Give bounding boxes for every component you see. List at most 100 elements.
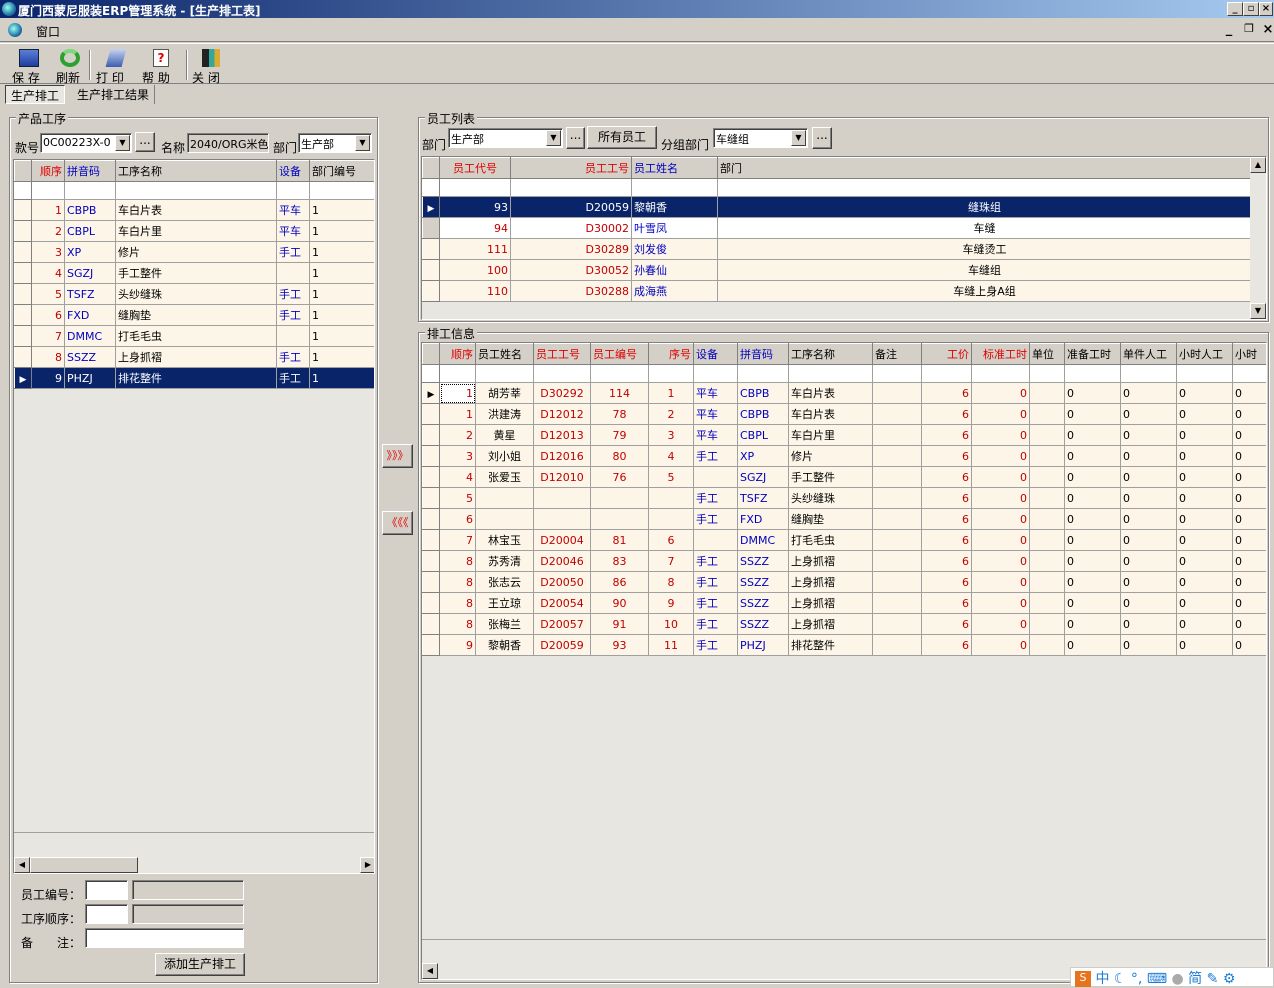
schedule-row[interactable]: 9 黎朝香 D20059 93 11 手工 PHZJ 排花整件 6 0 0 0 0 0 [422, 634, 1266, 656]
row-indicator[interactable] [14, 304, 32, 326]
col-header[interactable]: 拼音码 [737, 343, 789, 365]
row-indicator[interactable] [14, 346, 32, 368]
employee-grid[interactable]: 员工代号 员工工号 员工姓名 部门 ▶ 93 D20059 黎朝香 缝珠组 94 D3000… [421, 156, 1267, 320]
ime-gear-icon[interactable]: ⚙ [1223, 971, 1236, 987]
assign-button[interactable]: 》》》 [382, 444, 413, 468]
row-indicator[interactable] [14, 262, 32, 284]
note-input[interactable] [85, 928, 244, 948]
schedule-row[interactable]: 6 手工 FXD 缝胸垫 6 0 0 0 0 0 [422, 508, 1266, 530]
row-indicator[interactable] [14, 325, 32, 347]
col-header[interactable]: 设备 [276, 160, 310, 182]
col-header[interactable]: 部门 [717, 157, 1252, 179]
ime-mode-chinese[interactable]: 中 [1095, 971, 1109, 987]
ime-keyboard-icon[interactable]: ⌨ [1147, 971, 1167, 987]
col-header[interactable]: 工序名称 [788, 343, 873, 365]
col-header[interactable]: 员工代号 [439, 157, 511, 179]
col-header[interactable]: 准备工时 [1064, 343, 1121, 365]
vertical-scrollbar[interactable]: ▲ ▼ [1250, 157, 1266, 319]
tab-schedule-result[interactable]: 生产排工结果 [72, 85, 156, 104]
row-indicator[interactable] [422, 217, 440, 239]
col-header[interactable]: 单位 [1029, 343, 1065, 365]
col-header[interactable]: 序号 [648, 343, 694, 365]
process-grid[interactable]: 顺序 拼音码 工序名称 设备 部门编号 1 CBPB 车白片表 平车 1 2 CBPL 车白片… [13, 159, 375, 874]
row-indicator[interactable] [422, 613, 440, 635]
tab-production-schedule[interactable]: 生产排工 [5, 85, 66, 104]
dropdown-arrow-icon[interactable]: ▼ [791, 130, 806, 146]
help-button[interactable]: ? 帮 助 [142, 47, 180, 85]
employee-row[interactable]: 111 D30289 刘发俊 车缝烫工 [422, 238, 1252, 260]
schedule-grid[interactable]: 顺序 员工姓名 员工工号 员工编号 序号 设备 拼音码 工序名称 备注 工价 标… [421, 342, 1267, 980]
row-indicator[interactable] [422, 487, 440, 509]
scroll-down-icon[interactable]: ▼ [1250, 303, 1266, 319]
process-row[interactable]: ▶ 9 PHZJ 排花整件 手工 1 [14, 367, 374, 389]
row-indicator[interactable] [422, 634, 440, 656]
employee-row[interactable]: 110 D30288 成海燕 车缝上身A组 [422, 280, 1252, 302]
col-header[interactable]: 设备 [693, 343, 738, 365]
row-indicator[interactable] [14, 283, 32, 305]
minimize-button[interactable]: _ [1227, 2, 1243, 16]
col-header[interactable]: 顺序 [31, 160, 65, 182]
schedule-row[interactable]: 8 张梅兰 D20057 91 10 手工 SSZZ 上身抓褶 6 0 0 0 0 0 [422, 613, 1266, 635]
col-header[interactable]: 小时 [1232, 343, 1266, 365]
employee-row[interactable]: 94 D30002 叶雪凤 车缝 [422, 217, 1252, 239]
row-indicator[interactable] [422, 424, 440, 446]
ime-logo-icon[interactable]: S [1075, 971, 1091, 987]
row-indicator[interactable] [422, 550, 440, 572]
close-window-button[interactable]: × [1259, 2, 1273, 16]
col-header[interactable]: 顺序 [439, 343, 476, 365]
dropdown-arrow-icon[interactable]: ▼ [115, 135, 130, 151]
col-header[interactable]: 拼音码 [64, 160, 116, 182]
subdept-lookup-button[interactable]: ... [812, 127, 832, 149]
save-button[interactable]: 保 存 [8, 47, 50, 85]
current-row-pointer-icon[interactable]: ▶ [14, 367, 32, 389]
filter-row[interactable] [422, 178, 1252, 197]
scroll-left-icon[interactable]: ◀ [422, 963, 438, 979]
unassign-button[interactable]: 《《《 [382, 511, 413, 535]
ime-punct-icon[interactable]: °, [1131, 971, 1142, 987]
ime-toolbar[interactable]: S 中 ☾ °, ⌨ ● 简 ✎ ⚙ [1070, 967, 1274, 987]
row-indicator[interactable] [422, 445, 440, 467]
subdept-combo[interactable]: 车缝组 ▼ [713, 128, 808, 148]
row-indicator[interactable] [422, 238, 440, 260]
scroll-right-icon[interactable]: ▶ [360, 857, 374, 873]
mdi-close-icon[interactable]: × [1261, 22, 1274, 37]
scroll-thumb[interactable] [30, 857, 138, 873]
ime-moon-icon[interactable]: ☾ [1114, 971, 1127, 987]
all-employees-button[interactable]: 所有员工 [587, 126, 657, 149]
col-header[interactable]: 员工工号 [510, 157, 632, 179]
schedule-row[interactable]: 5 手工 TSFZ 头纱缝珠 6 0 0 0 0 0 [422, 487, 1266, 509]
col-header[interactable]: 员工姓名 [631, 157, 718, 179]
emp-dept-lookup-button[interactable]: ... [566, 127, 585, 149]
emp-dept-combo[interactable]: 生产部 ▼ [448, 128, 563, 148]
filter-row[interactable] [14, 181, 374, 200]
print-button[interactable]: 打 印 [96, 47, 136, 85]
row-indicator[interactable] [422, 280, 440, 302]
row-indicator[interactable] [422, 259, 440, 281]
filter-row[interactable] [422, 364, 1266, 383]
col-header[interactable]: 员工编号 [590, 343, 649, 365]
col-header[interactable]: 工序名称 [115, 160, 277, 182]
seq-input[interactable] [85, 904, 128, 924]
schedule-row[interactable]: 3 刘小姐 D12016 80 4 手工 XP 修片 6 0 0 0 0 0 [422, 445, 1266, 467]
scroll-up-icon[interactable]: ▲ [1250, 157, 1266, 173]
col-header[interactable]: 工价 [921, 343, 972, 365]
mdi-minimize-icon[interactable]: _ [1222, 22, 1236, 37]
row-indicator[interactable] [422, 403, 440, 425]
col-header[interactable]: 小时人工 [1176, 343, 1233, 365]
schedule-row[interactable]: ▶ 1 胡芳莘 D30292 114 1 平车 CBPB 车白片表 6 0 0 0 0 0 [422, 382, 1266, 404]
schedule-row[interactable]: 1 洪建涛 D12012 78 2 平车 CBPB 车白片表 6 0 0 0 0 0 [422, 403, 1266, 425]
process-row[interactable]: 6 FXD 缝胸垫 手工 1 [14, 304, 374, 326]
restore-button[interactable]: ▫ [1243, 2, 1259, 16]
close-button[interactable]: 关 闭 [192, 47, 230, 85]
schedule-row[interactable]: 2 黄星 D12013 79 3 平车 CBPL 车白片里 6 0 0 0 0 0 [422, 424, 1266, 446]
add-schedule-button[interactable]: 添加生产排工 [155, 953, 245, 976]
row-indicator[interactable] [422, 466, 440, 488]
dept-combo[interactable]: 生产部 ▼ [298, 133, 372, 153]
col-header[interactable]: 备注 [872, 343, 922, 365]
ime-simplified[interactable]: 简 [1188, 971, 1202, 987]
refresh-button[interactable]: 刷新 [56, 47, 84, 85]
process-row[interactable]: 7 DMMC 打毛毛虫 1 [14, 325, 374, 347]
row-indicator[interactable] [14, 220, 32, 242]
schedule-row[interactable]: 8 张志云 D20050 86 8 手工 SSZZ 上身抓褶 6 0 0 0 0 0 [422, 571, 1266, 593]
process-row[interactable]: 8 SSZZ 上身抓褶 手工 1 [14, 346, 374, 368]
